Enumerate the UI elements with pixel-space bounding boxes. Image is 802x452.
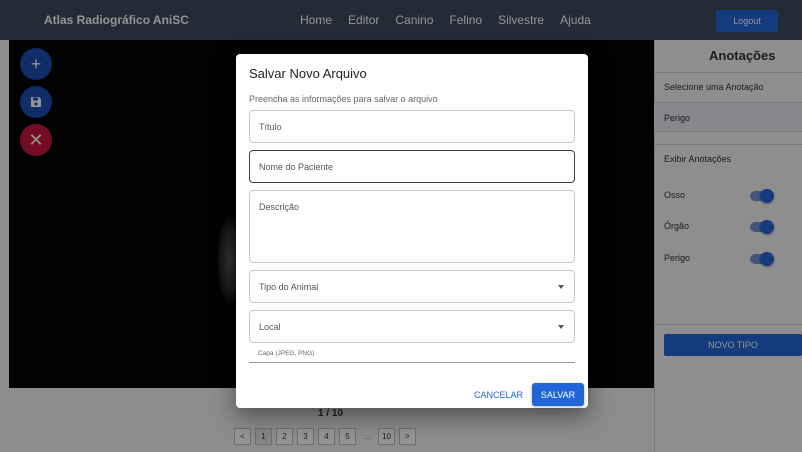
title-placeholder: Título	[259, 122, 282, 132]
patient-name-field[interactable]: Nome do Paciente	[249, 150, 575, 183]
location-select[interactable]: Local	[249, 310, 575, 343]
patient-name-placeholder: Nome do Paciente	[259, 162, 334, 172]
animal-type-select[interactable]: Tipo do Animal	[249, 270, 575, 303]
chevron-down-icon	[558, 284, 564, 289]
title-field[interactable]: Título	[249, 110, 575, 143]
description-field[interactable]: Descrição	[249, 190, 575, 263]
description-placeholder: Descrição	[259, 202, 300, 212]
dialog-subtitle: Preencha as informações para salvar o ar…	[249, 94, 438, 104]
save-button[interactable]: SALVAR	[532, 383, 584, 406]
save-file-dialog: Salvar Novo Arquivo Preencha as informaç…	[236, 54, 588, 408]
cover-file-label: Capa (JPEG, PNG)	[258, 350, 315, 357]
dialog-title: Salvar Novo Arquivo	[249, 66, 367, 81]
cover-file-input[interactable]	[249, 362, 575, 363]
location-placeholder: Local	[259, 322, 281, 332]
animal-type-placeholder: Tipo do Animal	[259, 282, 319, 292]
chevron-down-icon	[558, 324, 564, 329]
cancel-button[interactable]: CANCELAR	[474, 384, 523, 406]
